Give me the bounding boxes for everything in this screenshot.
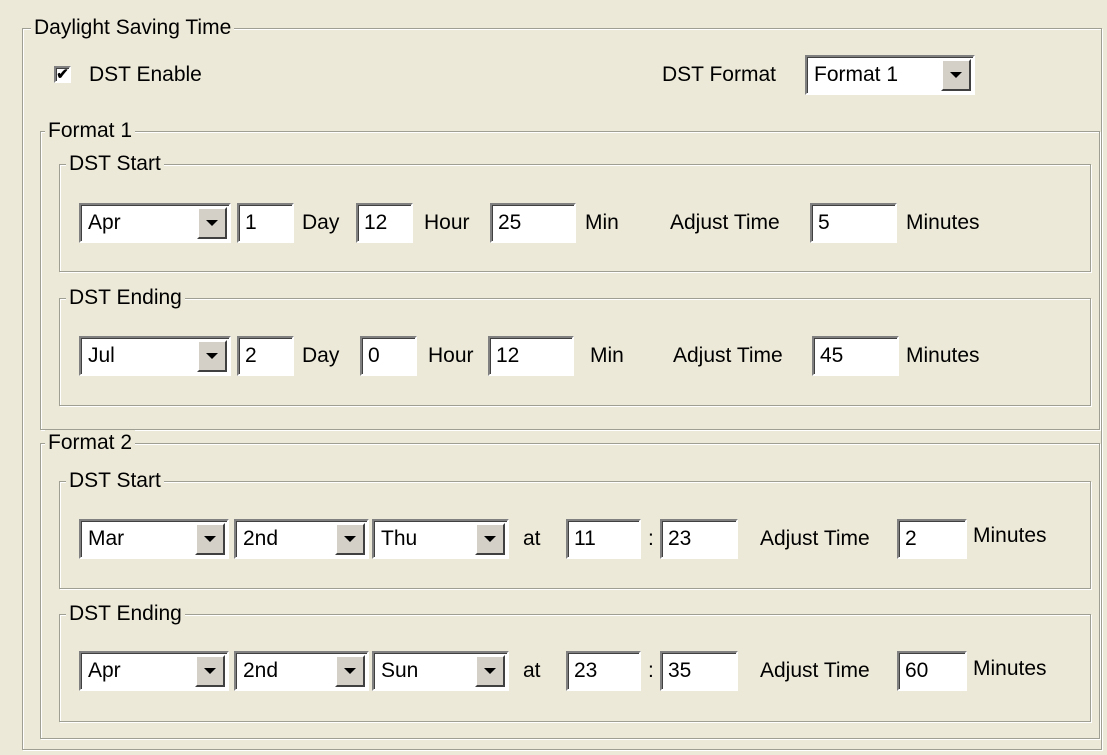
format2-ending-colon: : — [648, 659, 654, 682]
dst-format-dropdown-button[interactable] — [941, 59, 971, 91]
format1-title: Format 1 — [45, 118, 136, 144]
format1-ending-adjust-label: Adjust Time — [673, 344, 783, 367]
daylight-saving-time-title: Daylight Saving Time — [31, 15, 235, 41]
format2-start-month-value: Mar — [88, 527, 125, 550]
chevron-down-icon — [484, 536, 496, 542]
format2-start-adjust-label: Adjust Time — [760, 527, 870, 550]
format1-ending-day-label: Day — [302, 344, 340, 367]
format1-start-minutes-label: Minutes — [906, 211, 980, 234]
format1-ending-hour-input[interactable]: 0 — [360, 336, 417, 376]
format1-ending-minutes-label: Minutes — [906, 344, 980, 367]
format2-start-hour-input[interactable]: 11 — [566, 519, 641, 559]
dst-enable-label: DST Enable — [89, 63, 202, 86]
format2-title: Format 2 — [45, 430, 136, 456]
chevron-down-icon — [950, 72, 962, 78]
format1-start-adjust-label: Adjust Time — [670, 211, 780, 234]
format2-ending-weekday-dropdown-button[interactable] — [475, 655, 505, 687]
format1-start-month-value: Apr — [88, 211, 121, 234]
format1-ending-adjust-input[interactable]: 45 — [812, 336, 899, 376]
chevron-down-icon — [204, 536, 216, 542]
format1-ending-month-value: Jul — [88, 344, 115, 367]
format1-start-min-input[interactable]: 25 — [490, 203, 576, 243]
format2-ending-minutes-label: Minutes — [973, 657, 1047, 680]
format2-ending-weekday-value: Sun — [381, 659, 419, 682]
format1-ending-month-dropdown-button[interactable] — [197, 340, 227, 372]
format2-start-adjust-input[interactable]: 2 — [897, 519, 967, 559]
format2-start-week-dropdown-button[interactable] — [335, 523, 365, 555]
chevron-down-icon — [206, 220, 218, 226]
dst-enable-checkbox[interactable]: ✔ DST Enable — [52, 62, 232, 88]
format2-ending-hour-input[interactable]: 23 — [566, 651, 641, 691]
format1-ending-min-input[interactable]: 12 — [488, 336, 574, 376]
format1-start-hour-label: Hour — [424, 211, 470, 234]
format2-start-month-dropdown-button[interactable] — [195, 523, 225, 555]
dst-format-select[interactable]: Format 1 — [805, 55, 975, 95]
format2-start-min-input[interactable]: 23 — [660, 519, 738, 559]
format2-start-title: DST Start — [66, 468, 164, 494]
format2-ending-week-value: 2nd — [243, 659, 279, 682]
format2-ending-adjust-label: Adjust Time — [760, 659, 870, 682]
format2-ending-month-select[interactable]: Apr — [79, 651, 229, 691]
format2-ending-month-value: Apr — [88, 659, 121, 682]
format2-start-weekday-select[interactable]: Thu — [372, 519, 509, 559]
format2-ending-month-dropdown-button[interactable] — [195, 655, 225, 687]
chevron-down-icon — [206, 353, 218, 359]
chevron-down-icon — [204, 668, 216, 674]
format2-start-week-value: 2nd — [243, 527, 279, 550]
dst-format-value: Format 1 — [814, 63, 899, 86]
format1-ending-min-label: Min — [590, 344, 624, 367]
format2-start-colon: : — [648, 527, 654, 550]
format1-ending-day-input[interactable]: 2 — [237, 336, 294, 376]
format1-start-day-input[interactable]: 1 — [237, 203, 294, 243]
format2-start-month-select[interactable]: Mar — [79, 519, 229, 559]
format1-ending-month-select[interactable]: Jul — [79, 336, 231, 376]
format1-start-hour-input[interactable]: 12 — [356, 203, 413, 243]
format1-start-adjust-input[interactable]: 5 — [810, 203, 897, 243]
format2-start-minutes-label: Minutes — [973, 524, 1047, 547]
format2-start-weekday-dropdown-button[interactable] — [475, 523, 505, 555]
chevron-down-icon — [484, 668, 496, 674]
format2-ending-week-dropdown-button[interactable] — [335, 655, 365, 687]
format1-start-month-select[interactable]: Apr — [79, 203, 231, 243]
format2-start-weekday-value: Thu — [381, 527, 418, 550]
format2-ending-title: DST Ending — [66, 601, 185, 627]
format2-ending-weekday-select[interactable]: Sun — [372, 651, 509, 691]
format2-ending-at-label: at — [523, 659, 541, 682]
format2-ending-week-select[interactable]: 2nd — [234, 651, 369, 691]
format2-start-at-label: at — [523, 527, 541, 550]
format1-start-day-label: Day — [302, 211, 340, 234]
format1-ending-hour-label: Hour — [428, 344, 474, 367]
chevron-down-icon — [344, 536, 356, 542]
chevron-down-icon — [344, 668, 356, 674]
format2-ending-min-input[interactable]: 35 — [660, 651, 738, 691]
format2-ending-adjust-input[interactable]: 60 — [897, 651, 967, 691]
check-icon[interactable]: ✔ — [54, 66, 71, 83]
format1-start-month-dropdown-button[interactable] — [197, 207, 227, 239]
format1-start-title: DST Start — [66, 151, 164, 177]
format2-start-week-select[interactable]: 2nd — [234, 519, 369, 559]
dst-format-label: DST Format — [662, 63, 776, 86]
format1-start-min-label: Min — [585, 211, 619, 234]
format1-ending-title: DST Ending — [66, 285, 185, 311]
